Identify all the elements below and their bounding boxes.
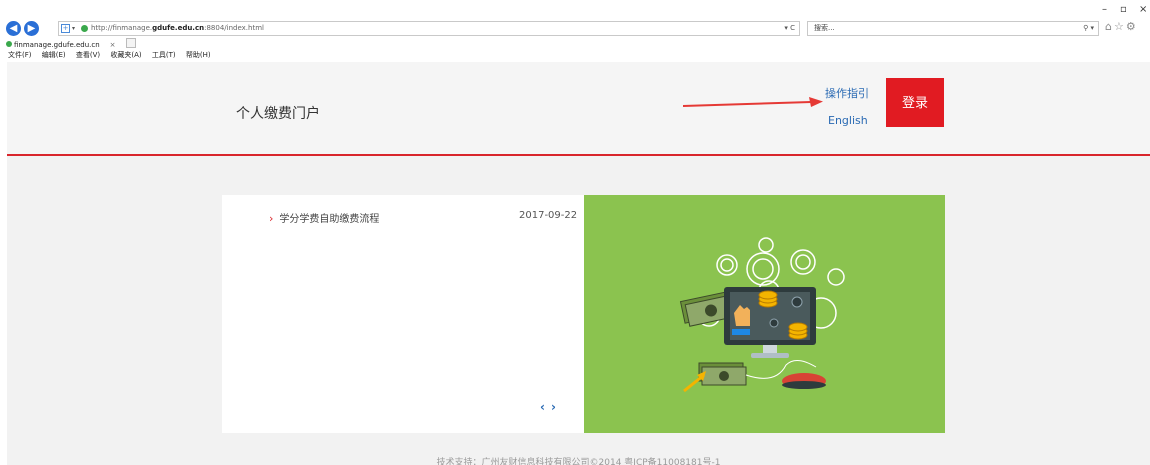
news-date: 2017-09-22 — [519, 210, 578, 221]
close-window-icon[interactable]: × — [1139, 4, 1147, 15]
tab-close-icon[interactable]: × — [110, 41, 116, 49]
prev-icon[interactable]: ‹ — [540, 400, 551, 414]
banner-illustration — [584, 195, 945, 433]
search-icon[interactable]: ⚲ ▾ — [1083, 22, 1094, 35]
site-header: 个人缴费门户 操作指引 English 登录 — [7, 62, 1150, 156]
site-title: 个人缴费门户 — [236, 106, 320, 122]
menu-view[interactable]: 查看(V) — [76, 51, 100, 59]
refresh-icon[interactable]: ▾ C — [784, 22, 795, 35]
pager: ‹› — [540, 400, 562, 414]
toolbar-home-favorites-settings-icons[interactable]: ⌂☆⚙ — [1105, 20, 1138, 33]
footer-text: 技术支持：广州友财信息科技有限公司©2014 粤ICP备11008181号-1 — [436, 458, 721, 465]
payment-illustration-icon — [679, 237, 845, 393]
menu-tools[interactable]: 工具(T) — [152, 51, 176, 59]
search-placeholder: 搜索... — [814, 24, 835, 32]
browser-chrome: ◀ ▶ + ▾ http://finmanage.gdufe.edu.cn:88… — [0, 0, 1150, 60]
chevron-right-icon: › — [269, 212, 274, 225]
menu-help[interactable]: 帮助(H) — [186, 51, 211, 59]
dropdown-arrow-icon[interactable]: ▾ — [72, 22, 75, 35]
page-icon: + — [61, 24, 70, 33]
page-body: 个人缴费门户 操作指引 English 登录 › 学分学费自助缴费流程 2017-… — [7, 62, 1150, 465]
address-bar[interactable]: + ▾ http://finmanage.gdufe.edu.cn:8804/i… — [58, 21, 800, 36]
back-button-icon[interactable]: ◀ — [6, 21, 21, 36]
menu-file[interactable]: 文件(F) — [8, 51, 32, 59]
menu-favorites[interactable]: 收藏夹(A) — [110, 51, 141, 59]
news-title[interactable]: 学分学费自助缴费流程 — [279, 214, 379, 225]
maximize-icon[interactable]: ▫ — [1120, 4, 1127, 15]
url-text: http://finmanage.gdufe.edu.cn:8804/index… — [91, 24, 264, 32]
minimize-icon[interactable]: – — [1102, 4, 1107, 15]
new-tab-icon[interactable] — [126, 38, 136, 48]
tab-favicon-icon — [6, 41, 12, 47]
forward-button-icon[interactable]: ▶ — [24, 21, 39, 36]
site-icon — [81, 25, 88, 32]
search-box[interactable]: 搜索... ⚲ ▾ — [807, 21, 1099, 36]
menu-bar: 文件(F) 编辑(E) 查看(V) 收藏夹(A) 工具(T) 帮助(H) — [8, 50, 219, 60]
tab-title: finmanage.gdufe.edu.cn — [14, 41, 100, 49]
english-link[interactable]: English — [828, 114, 868, 127]
news-item[interactable]: › 学分学费自助缴费流程 — [269, 210, 379, 225]
guide-link[interactable]: 操作指引 — [825, 85, 869, 101]
login-button[interactable]: 登录 — [886, 78, 944, 127]
menu-edit[interactable]: 编辑(E) — [42, 51, 66, 59]
next-icon[interactable]: › — [551, 400, 562, 414]
news-panel: › 学分学费自助缴费流程 2017-09-22 ‹› — [222, 195, 584, 433]
red-arrow-icon — [683, 97, 823, 107]
